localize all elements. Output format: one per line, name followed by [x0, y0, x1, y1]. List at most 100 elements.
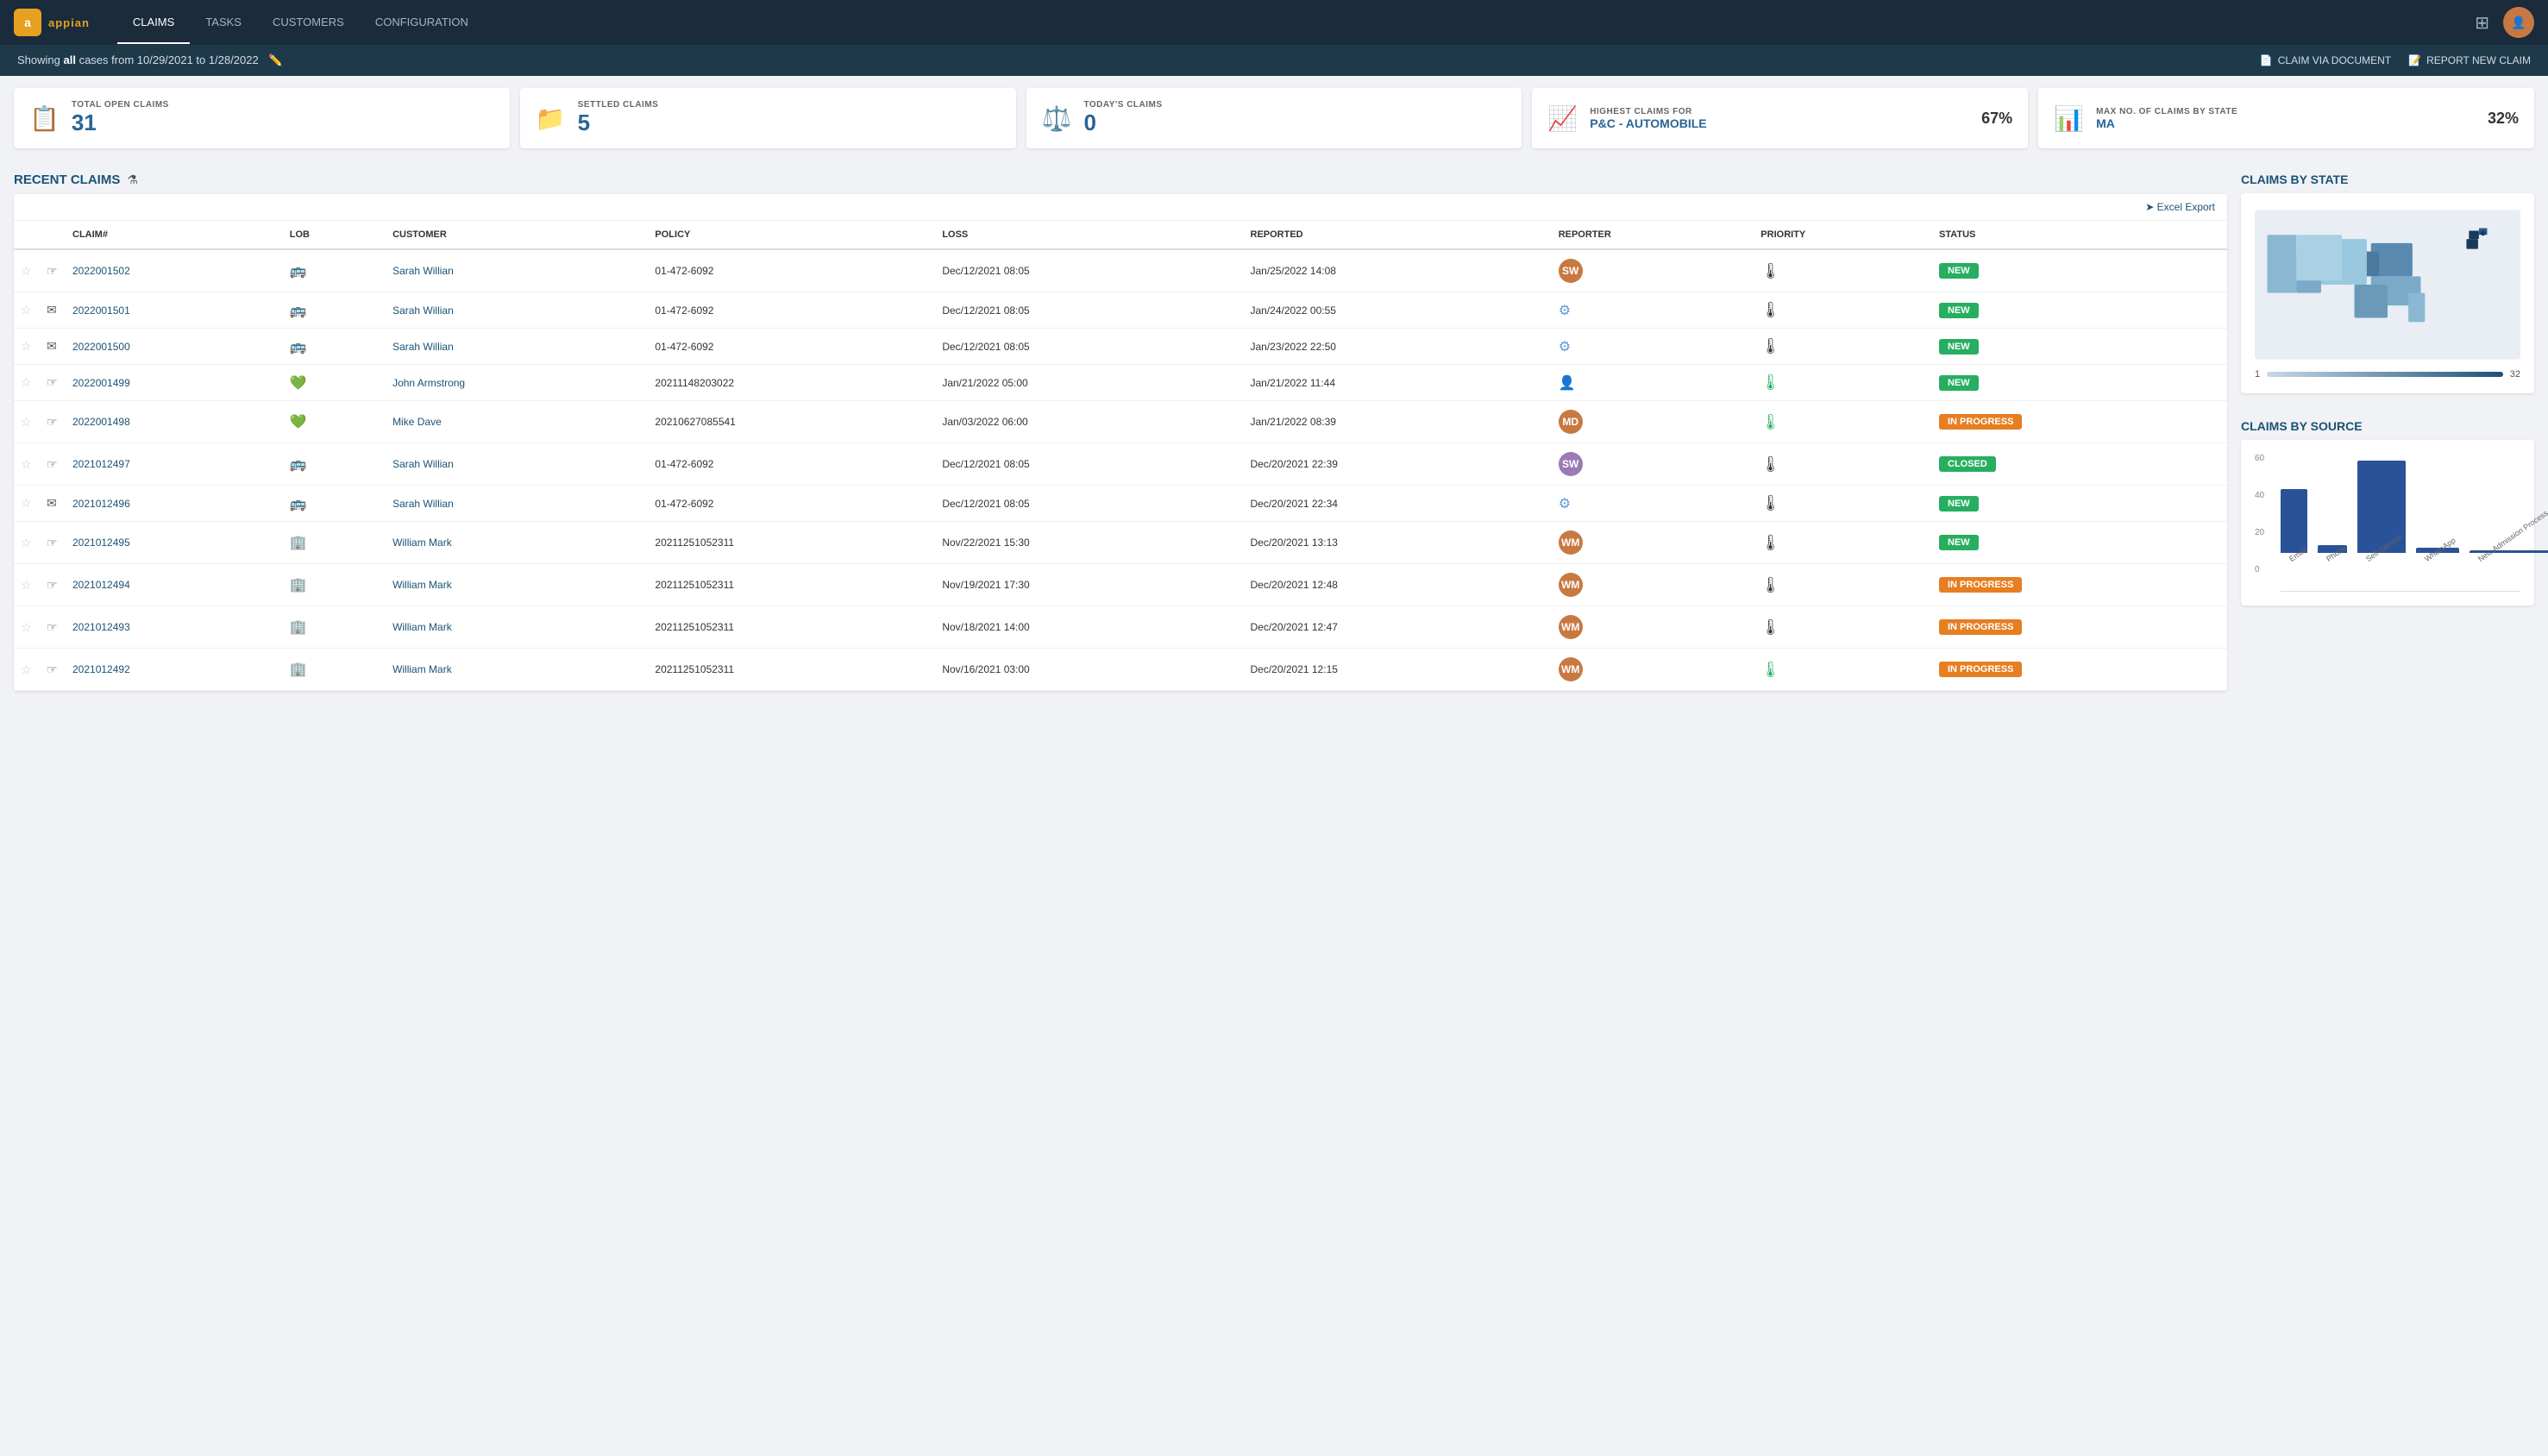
- star-icon[interactable]: ☆: [21, 662, 32, 676]
- status-badge: IN PROGRESS: [1939, 577, 2022, 593]
- claim-number-link[interactable]: 2021012497: [72, 458, 130, 470]
- customer-link[interactable]: William Mark: [392, 579, 452, 591]
- grid-icon[interactable]: ⊞: [2475, 12, 2489, 34]
- star-icon[interactable]: ☆: [21, 620, 32, 634]
- star-icon[interactable]: ☆: [21, 496, 32, 510]
- kpi-highest-value: P&C - AUTOMOBILE: [1590, 116, 1706, 130]
- map-range: 1 32: [2255, 369, 2520, 380]
- customer-link[interactable]: Sarah Willian: [392, 265, 454, 277]
- policy-cell: 20211251052311: [648, 649, 935, 691]
- claim-via-document-button[interactable]: 📄 CLAIM VIA DOCUMENT: [2260, 54, 2391, 66]
- policy-cell: 01-472-6092: [648, 486, 935, 522]
- claims-by-source-title: CLAIMS BY SOURCE: [2241, 407, 2534, 440]
- main-content: RECENT CLAIMS ⚗ ➤ Excel Export CLAIM# LO…: [0, 160, 2548, 705]
- star-icon[interactable]: ☆: [21, 415, 32, 429]
- claim-number-link[interactable]: 2021012493: [72, 621, 130, 633]
- claims-by-state-card: 1 32: [2241, 193, 2534, 393]
- loss-cell: Nov/19/2021 17:30: [935, 564, 1243, 606]
- claim-number-link[interactable]: 2021012495: [72, 537, 130, 549]
- lob-heart-icon: 💚: [290, 376, 307, 391]
- claim-number-link[interactable]: 2021012496: [72, 498, 130, 510]
- star-icon[interactable]: ☆: [21, 303, 32, 317]
- table-row: ☆☞2022001502🚌Sarah Willian01-472-6092Dec…: [14, 249, 2227, 292]
- hand-icon: ☞: [47, 415, 58, 429]
- loss-cell: Dec/12/2021 08:05: [935, 486, 1243, 522]
- bar-group: WhatsApp: [2416, 548, 2459, 565]
- nav-claims[interactable]: CLAIMS: [117, 2, 190, 44]
- customer-link[interactable]: Sarah Willian: [392, 458, 454, 470]
- customer-link[interactable]: Sarah Willian: [392, 341, 454, 353]
- nav-tasks[interactable]: TASKS: [190, 2, 257, 44]
- top-navigation: a appian CLAIMS TASKS CUSTOMERS CONFIGUR…: [0, 0, 2548, 45]
- user-avatar[interactable]: 👤: [2503, 7, 2534, 38]
- reporter-avatar: WM: [1559, 657, 1583, 681]
- lob-bus-icon: 🚌: [290, 457, 307, 472]
- claims-table: CLAIM# LOB CUSTOMER POLICY LOSS REPORTED…: [14, 221, 2227, 691]
- star-icon[interactable]: ☆: [21, 264, 32, 278]
- customer-link[interactable]: William Mark: [392, 621, 452, 633]
- range-max: 32: [2510, 369, 2520, 380]
- loss-cell: Jan/03/2022 06:00: [935, 401, 1243, 443]
- priority-icon: 🌡: [1760, 301, 1780, 318]
- map-bar: [2267, 372, 2503, 377]
- claim-number-link[interactable]: 2022001500: [72, 341, 130, 353]
- star-icon[interactable]: ☆: [21, 457, 32, 471]
- excel-export-button[interactable]: ➤ Excel Export: [2145, 201, 2215, 213]
- bar-group: Phone: [2318, 545, 2347, 565]
- col-claim-num: CLAIM#: [66, 221, 283, 249]
- edit-filter-icon[interactable]: ✏️: [268, 53, 282, 66]
- kpi-todays-claims: ⚖️ TODAY'S CLAIMS 0: [1026, 88, 1522, 148]
- nav-links: CLAIMS TASKS CUSTOMERS CONFIGURATION: [117, 2, 484, 44]
- priority-icon: 🌡: [1760, 413, 1780, 430]
- claim-number-link[interactable]: 2022001498: [72, 416, 130, 428]
- filter-icon[interactable]: ⚗: [127, 173, 138, 187]
- us-map-svg: [2255, 207, 2520, 362]
- nav-configuration[interactable]: CONFIGURATION: [360, 2, 484, 44]
- customer-link[interactable]: William Mark: [392, 537, 452, 549]
- star-icon[interactable]: ☆: [21, 339, 32, 353]
- star-icon[interactable]: ☆: [21, 536, 32, 549]
- reported-cell: Jan/21/2022 08:39: [1244, 401, 1552, 443]
- col-lob: LOB: [283, 221, 386, 249]
- kpi-max-state: 📊 MAX NO. OF CLAIMS BY STATE MA 32%: [2038, 88, 2534, 148]
- table-row: ☆☞2021012497🚌Sarah Willian01-472-6092Dec…: [14, 443, 2227, 486]
- kpi-state-label: MAX NO. OF CLAIMS BY STATE: [2096, 107, 2237, 116]
- kpi-todays-label: TODAY'S CLAIMS: [1083, 100, 1162, 110]
- policy-cell: 20211148203022: [648, 365, 935, 401]
- report-new-claim-button[interactable]: 📝 REPORT NEW CLAIM: [2408, 54, 2531, 66]
- lob-building-icon: 🏢: [290, 620, 307, 635]
- nav-customers[interactable]: CUSTOMERS: [257, 2, 360, 44]
- bar-group: New Admission Process: [2470, 550, 2548, 565]
- kpi-highest-label: HIGHEST CLAIMS FOR: [1590, 107, 1706, 116]
- reported-cell: Jan/25/2022 14:08: [1244, 249, 1552, 292]
- claim-number-link[interactable]: 2022001501: [72, 304, 130, 317]
- lob-bus-icon: 🚌: [290, 497, 307, 511]
- customer-link[interactable]: Sarah Willian: [392, 498, 454, 510]
- table-row: ☆✉2021012496🚌Sarah Willian01-472-6092Dec…: [14, 486, 2227, 522]
- claim-number-link[interactable]: 2022001502: [72, 265, 130, 277]
- kpi-total-open-claims: 📋 TOTAL OPEN CLAIMS 31: [14, 88, 510, 148]
- table-row: ☆☞2021012493🏢William Mark20211251052311N…: [14, 606, 2227, 649]
- customer-link[interactable]: John Armstrong: [392, 377, 465, 389]
- star-icon[interactable]: ☆: [21, 578, 32, 592]
- kpi-highest-content: HIGHEST CLAIMS FOR P&C - AUTOMOBILE: [1590, 107, 1706, 130]
- person-reporter-icon: 👤: [1559, 376, 1576, 391]
- reported-cell: Dec/20/2021 22:39: [1244, 443, 1552, 486]
- col-reported: REPORTED: [1244, 221, 1552, 249]
- status-badge: IN PROGRESS: [1939, 414, 2022, 430]
- loss-cell: Dec/12/2021 08:05: [935, 329, 1243, 365]
- claim-number-link[interactable]: 2021012494: [72, 579, 130, 591]
- claim-number-link[interactable]: 2022001499: [72, 377, 130, 389]
- claim-number-link[interactable]: 2021012492: [72, 663, 130, 675]
- star-icon[interactable]: ☆: [21, 375, 32, 389]
- priority-icon: 🌡: [1760, 455, 1780, 473]
- customer-link[interactable]: William Mark: [392, 663, 452, 675]
- customer-link[interactable]: Mike Dave: [392, 416, 442, 428]
- status-badge: IN PROGRESS: [1939, 619, 2022, 635]
- customer-link[interactable]: Sarah Willian: [392, 304, 454, 317]
- priority-icon: 🌡: [1760, 262, 1780, 279]
- y-label-20: 20: [2255, 528, 2264, 537]
- hand-icon: ☞: [47, 662, 58, 676]
- reporter-avatar: SW: [1559, 452, 1583, 476]
- kpi-highest-pct: 67%: [1981, 110, 2012, 128]
